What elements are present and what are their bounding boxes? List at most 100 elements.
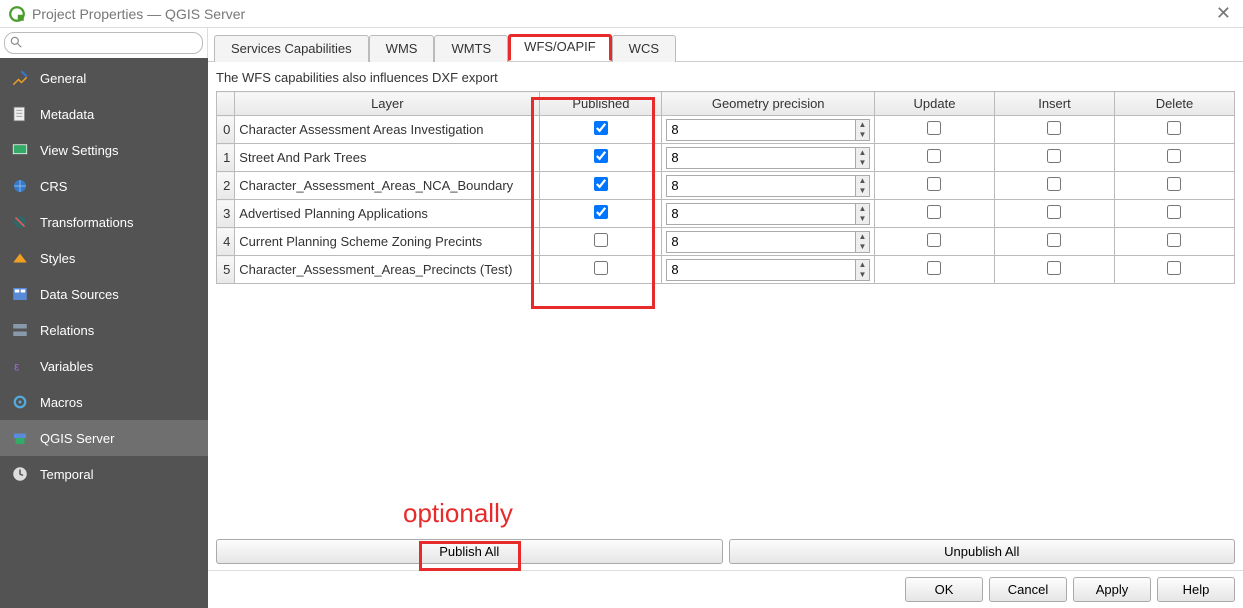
tab-wms[interactable]: WMS bbox=[369, 35, 435, 62]
spin-up-icon[interactable]: ▲ bbox=[856, 176, 869, 186]
cell-insert[interactable] bbox=[994, 256, 1114, 284]
spin-up-icon[interactable]: ▲ bbox=[856, 148, 869, 158]
update-checkbox[interactable] bbox=[927, 233, 941, 247]
cell-published[interactable] bbox=[540, 256, 662, 284]
insert-checkbox[interactable] bbox=[1047, 149, 1061, 163]
spin-down-icon[interactable]: ▼ bbox=[856, 158, 869, 168]
col-update[interactable]: Update bbox=[874, 92, 994, 116]
ok-button[interactable]: OK bbox=[905, 577, 983, 602]
delete-checkbox[interactable] bbox=[1167, 149, 1181, 163]
delete-checkbox[interactable] bbox=[1167, 233, 1181, 247]
cell-layer[interactable]: Character_Assessment_Areas_Precincts (Te… bbox=[235, 256, 540, 284]
published-checkbox[interactable] bbox=[594, 149, 608, 163]
spin-up-icon[interactable]: ▲ bbox=[856, 120, 869, 130]
cell-layer[interactable]: Advertised Planning Applications bbox=[235, 200, 540, 228]
precision-input[interactable] bbox=[667, 176, 855, 196]
spin-up-icon[interactable]: ▲ bbox=[856, 204, 869, 214]
apply-button[interactable]: Apply bbox=[1073, 577, 1151, 602]
sidebar-item-general[interactable]: General bbox=[0, 60, 208, 96]
spin-down-icon[interactable]: ▼ bbox=[856, 186, 869, 196]
cell-published[interactable] bbox=[540, 200, 662, 228]
delete-checkbox[interactable] bbox=[1167, 177, 1181, 191]
sidebar-item-view-settings[interactable]: View Settings bbox=[0, 132, 208, 168]
cell-layer[interactable]: Character_Assessment_Areas_NCA_Boundary bbox=[235, 172, 540, 200]
cell-update[interactable] bbox=[874, 256, 994, 284]
spin-up-icon[interactable]: ▲ bbox=[856, 232, 869, 242]
cell-insert[interactable] bbox=[994, 200, 1114, 228]
cell-layer[interactable]: Street And Park Trees bbox=[235, 144, 540, 172]
update-checkbox[interactable] bbox=[927, 149, 941, 163]
sidebar-item-qgis-server[interactable]: QGIS Server bbox=[0, 420, 208, 456]
sidebar-item-data-sources[interactable]: Data Sources bbox=[0, 276, 208, 312]
publish-all-button[interactable]: Publish All bbox=[216, 539, 723, 564]
spin-down-icon[interactable]: ▼ bbox=[856, 270, 869, 280]
cell-delete[interactable] bbox=[1114, 228, 1234, 256]
cell-precision[interactable]: ▲▼ bbox=[662, 116, 875, 144]
published-checkbox[interactable] bbox=[594, 205, 608, 219]
cell-update[interactable] bbox=[874, 172, 994, 200]
insert-checkbox[interactable] bbox=[1047, 233, 1061, 247]
precision-input[interactable] bbox=[667, 260, 855, 280]
col-delete[interactable]: Delete bbox=[1114, 92, 1234, 116]
cell-insert[interactable] bbox=[994, 116, 1114, 144]
col-insert[interactable]: Insert bbox=[994, 92, 1114, 116]
spin-down-icon[interactable]: ▼ bbox=[856, 242, 869, 252]
tab-services-capabilities[interactable]: Services Capabilities bbox=[214, 35, 369, 62]
spin-down-icon[interactable]: ▼ bbox=[856, 130, 869, 140]
cell-insert[interactable] bbox=[994, 228, 1114, 256]
tab-wmts[interactable]: WMTS bbox=[434, 35, 508, 62]
update-checkbox[interactable] bbox=[927, 121, 941, 135]
tab-wfs-oapif[interactable]: WFS/OAPIF bbox=[508, 34, 612, 61]
cell-delete[interactable] bbox=[1114, 116, 1234, 144]
published-checkbox[interactable] bbox=[594, 121, 608, 135]
cell-published[interactable] bbox=[540, 228, 662, 256]
update-checkbox[interactable] bbox=[927, 177, 941, 191]
insert-checkbox[interactable] bbox=[1047, 205, 1061, 219]
cell-delete[interactable] bbox=[1114, 200, 1234, 228]
sidebar-item-variables[interactable]: εVariables bbox=[0, 348, 208, 384]
unpublish-all-button[interactable]: Unpublish All bbox=[729, 539, 1236, 564]
cell-precision[interactable]: ▲▼ bbox=[662, 256, 875, 284]
col-layer[interactable]: Layer bbox=[235, 92, 540, 116]
cell-precision[interactable]: ▲▼ bbox=[662, 144, 875, 172]
cell-update[interactable] bbox=[874, 144, 994, 172]
precision-input[interactable] bbox=[667, 204, 855, 224]
published-checkbox[interactable] bbox=[594, 261, 608, 275]
insert-checkbox[interactable] bbox=[1047, 121, 1061, 135]
sidebar-item-temporal[interactable]: Temporal bbox=[0, 456, 208, 492]
published-checkbox[interactable] bbox=[594, 233, 608, 247]
spin-up-icon[interactable]: ▲ bbox=[856, 260, 869, 270]
sidebar-item-crs[interactable]: CRS bbox=[0, 168, 208, 204]
close-icon[interactable]: ✕ bbox=[1212, 3, 1235, 24]
sidebar-item-macros[interactable]: Macros bbox=[0, 384, 208, 420]
precision-input[interactable] bbox=[667, 120, 855, 140]
col-published[interactable]: Published bbox=[540, 92, 662, 116]
delete-checkbox[interactable] bbox=[1167, 121, 1181, 135]
tab-wcs[interactable]: WCS bbox=[612, 35, 676, 62]
cell-delete[interactable] bbox=[1114, 172, 1234, 200]
cell-update[interactable] bbox=[874, 200, 994, 228]
cell-delete[interactable] bbox=[1114, 256, 1234, 284]
insert-checkbox[interactable] bbox=[1047, 177, 1061, 191]
cell-update[interactable] bbox=[874, 116, 994, 144]
cell-layer[interactable]: Character Assessment Areas Investigation bbox=[235, 116, 540, 144]
cell-update[interactable] bbox=[874, 228, 994, 256]
cell-published[interactable] bbox=[540, 144, 662, 172]
sidebar-item-metadata[interactable]: Metadata bbox=[0, 96, 208, 132]
delete-checkbox[interactable] bbox=[1167, 205, 1181, 219]
insert-checkbox[interactable] bbox=[1047, 261, 1061, 275]
cell-insert[interactable] bbox=[994, 172, 1114, 200]
cell-insert[interactable] bbox=[994, 144, 1114, 172]
sidebar-item-relations[interactable]: Relations bbox=[0, 312, 208, 348]
precision-input[interactable] bbox=[667, 148, 855, 168]
cell-published[interactable] bbox=[540, 172, 662, 200]
cell-delete[interactable] bbox=[1114, 144, 1234, 172]
delete-checkbox[interactable] bbox=[1167, 261, 1181, 275]
published-checkbox[interactable] bbox=[594, 177, 608, 191]
cell-layer[interactable]: Current Planning Scheme Zoning Precints bbox=[235, 228, 540, 256]
spin-down-icon[interactable]: ▼ bbox=[856, 214, 869, 224]
cell-precision[interactable]: ▲▼ bbox=[662, 228, 875, 256]
sidebar-item-transformations[interactable]: Transformations bbox=[0, 204, 208, 240]
precision-input[interactable] bbox=[667, 232, 855, 252]
cell-published[interactable] bbox=[540, 116, 662, 144]
